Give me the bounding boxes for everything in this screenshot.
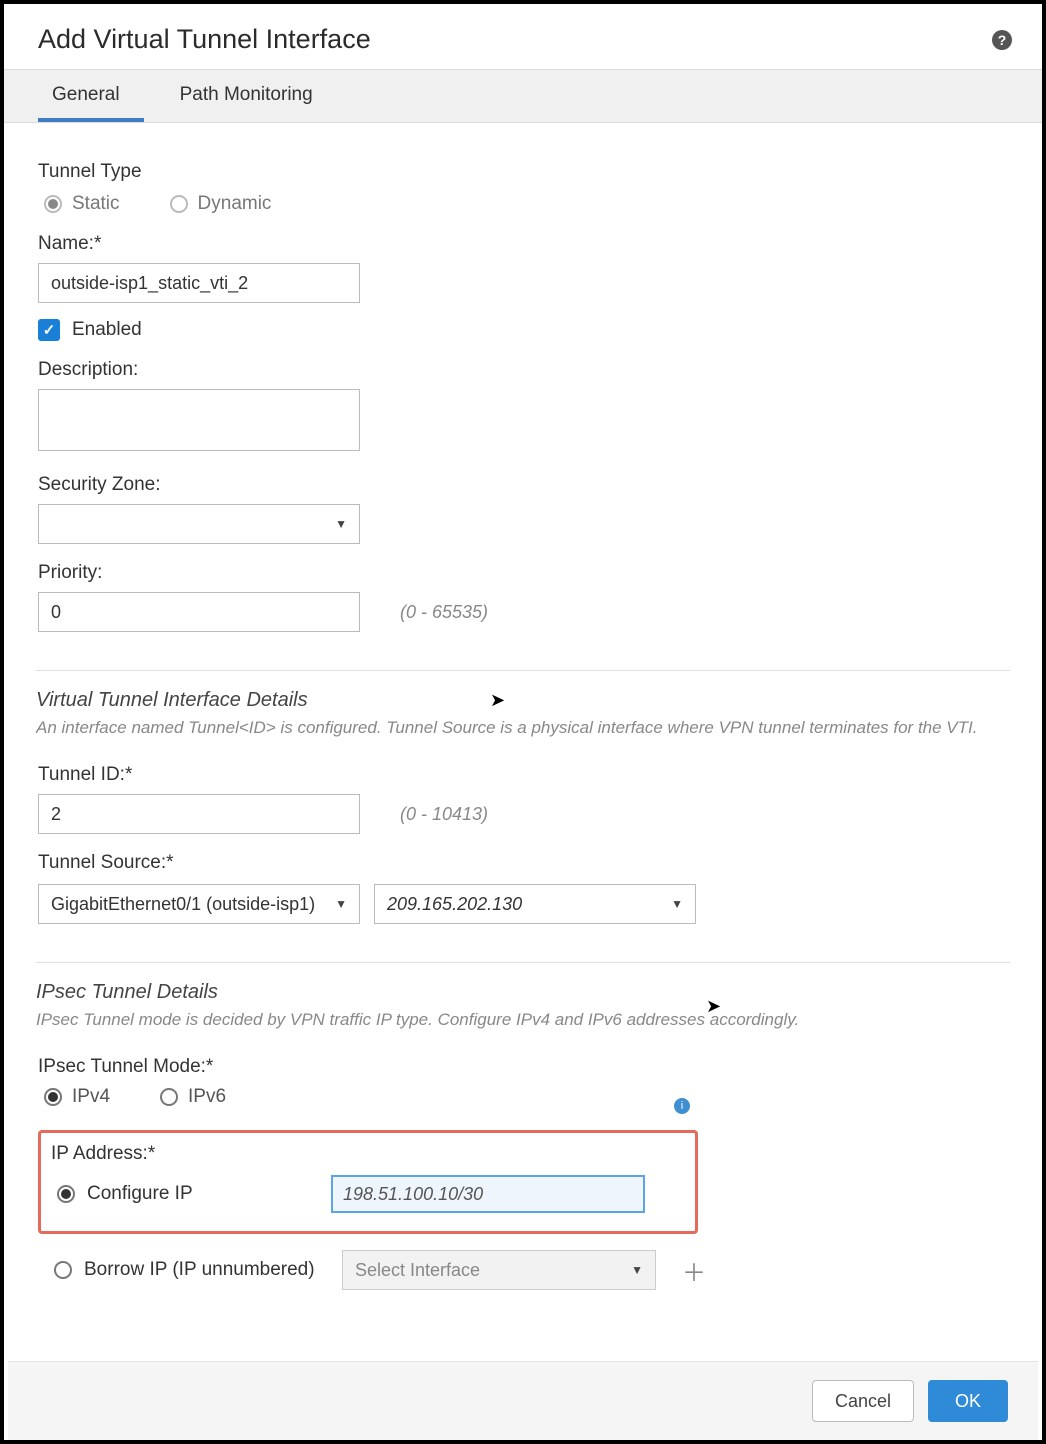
ip-address-label: IP Address:* — [51, 1143, 681, 1165]
vti-section-title: Virtual Tunnel Interface Details — [36, 689, 1010, 712]
tab-bar: General Path Monitoring — [4, 69, 1042, 123]
tab-general[interactable]: General — [38, 70, 144, 122]
enabled-checkbox[interactable]: ✓ — [38, 319, 60, 341]
info-icon[interactable]: i — [674, 1098, 690, 1114]
chevron-down-icon: ▼ — [335, 897, 347, 911]
tunnel-source-ip-value: 209.165.202.130 — [387, 894, 522, 915]
help-icon[interactable]: ? — [992, 30, 1012, 50]
priority-input[interactable] — [38, 592, 360, 632]
radio-configure-ip-icon — [57, 1185, 75, 1203]
radio-dynamic: Dynamic — [170, 193, 272, 215]
tunnel-source-label: Tunnel Source:* — [38, 852, 1008, 874]
ip-address-highlight-box: IP Address:* Configure IP — [38, 1130, 698, 1234]
radio-ipv4[interactable]: IPv4 — [44, 1086, 110, 1108]
ipsec-section-title: IPsec Tunnel Details — [36, 981, 1010, 1004]
name-input[interactable] — [38, 263, 360, 303]
radio-borrow-ip[interactable]: Borrow IP (IP unnumbered) — [54, 1259, 322, 1281]
tunnel-source-interface-select[interactable]: GigabitEthernet0/1 (outside-isp1) ▼ — [38, 884, 360, 924]
vti-section-desc: An interface named Tunnel<ID> is configu… — [36, 718, 1010, 738]
radio-dynamic-icon — [170, 195, 188, 213]
radio-borrow-ip-text: Borrow IP (IP unnumbered) — [84, 1259, 315, 1281]
tunnel-type-label: Tunnel Type — [38, 161, 1008, 183]
priority-hint: (0 - 65535) — [400, 602, 488, 623]
tunnel-id-label: Tunnel ID:* — [38, 764, 1008, 786]
borrow-interface-select[interactable]: Select Interface ▼ — [342, 1250, 656, 1290]
description-input[interactable] — [38, 389, 360, 451]
radio-ipv6-icon — [160, 1088, 178, 1106]
radio-borrow-ip-icon — [54, 1261, 72, 1279]
priority-label: Priority: — [38, 562, 1008, 584]
ipsec-section-desc: IPsec Tunnel mode is decided by VPN traf… — [36, 1010, 1010, 1030]
radio-dynamic-text: Dynamic — [198, 193, 272, 215]
chevron-down-icon: ▼ — [671, 897, 683, 911]
radio-ipv6-text: IPv6 — [188, 1086, 226, 1108]
radio-ipv4-icon — [44, 1088, 62, 1106]
tunnel-id-input[interactable] — [38, 794, 360, 834]
ok-button[interactable]: OK — [928, 1380, 1008, 1422]
ipsec-mode-label: IPsec Tunnel Mode:* — [38, 1056, 1008, 1078]
chevron-down-icon: ▼ — [631, 1263, 643, 1277]
radio-static-icon — [44, 195, 62, 213]
ip-address-input[interactable] — [331, 1175, 645, 1213]
radio-static: Static — [44, 193, 120, 215]
dialog-title: Add Virtual Tunnel Interface — [38, 24, 371, 55]
borrow-interface-placeholder: Select Interface — [355, 1260, 480, 1281]
radio-configure-ip-text: Configure IP — [87, 1183, 193, 1205]
cursor-icon: ➤ — [490, 690, 505, 711]
cursor-icon: ➤ — [706, 996, 721, 1017]
security-zone-select[interactable]: ▼ — [38, 504, 360, 544]
chevron-down-icon: ▼ — [335, 517, 347, 531]
radio-configure-ip[interactable]: Configure IP — [51, 1183, 311, 1205]
name-label: Name:* — [38, 233, 1008, 255]
tunnel-id-hint: (0 - 10413) — [400, 804, 488, 825]
tunnel-source-interface-value: GigabitEthernet0/1 (outside-isp1) — [51, 894, 315, 915]
radio-ipv6[interactable]: IPv6 — [160, 1086, 226, 1108]
tab-path-monitoring[interactable]: Path Monitoring — [166, 70, 337, 122]
security-zone-label: Security Zone: — [38, 474, 1008, 496]
description-label: Description: — [38, 359, 1008, 381]
radio-ipv4-text: IPv4 — [72, 1086, 110, 1108]
cancel-button[interactable]: Cancel — [812, 1380, 914, 1422]
enabled-label: Enabled — [72, 319, 142, 341]
add-interface-button[interactable]: ＋ — [682, 1253, 706, 1288]
radio-static-text: Static — [72, 193, 120, 215]
tunnel-source-ip-select[interactable]: 209.165.202.130 ▼ — [374, 884, 696, 924]
